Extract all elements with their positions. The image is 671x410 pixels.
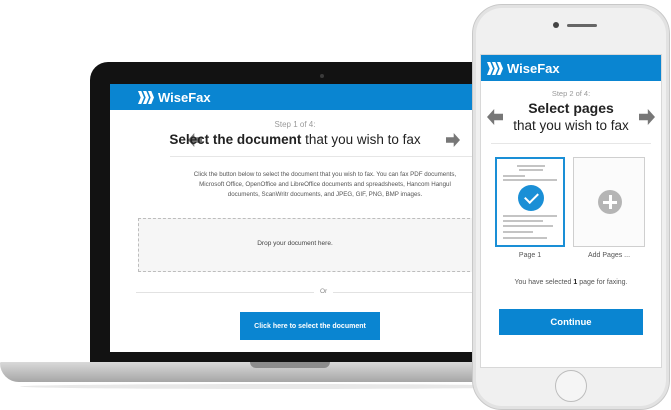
page-caption: Page 1 xyxy=(518,252,542,259)
status-prefix: You have selected xyxy=(514,279,574,286)
page-title: Select the document that you wish to fax xyxy=(110,132,480,147)
document-preview-line xyxy=(503,215,557,217)
drop-zone-label: Drop your document here. xyxy=(257,240,333,247)
step-indicator: Step 2 of 4: xyxy=(551,89,591,98)
page-title-rest: that you wish to fax xyxy=(301,132,421,147)
select-document-button[interactable]: Click here to select the document xyxy=(240,312,380,340)
page-thumbnail-selected[interactable] xyxy=(495,157,565,247)
phone-speaker xyxy=(567,24,597,27)
wisefax-logo-icon xyxy=(487,62,503,75)
document-preview-line xyxy=(503,220,543,222)
phone-app-header: WiseFax xyxy=(481,55,661,81)
laptop-camera xyxy=(320,74,324,78)
instructions-line: Microsoft Office, OpenOffice and LibreOf… xyxy=(199,181,451,188)
instructions-line: Click the button below to select the doc… xyxy=(193,171,457,178)
phone-home-button[interactable] xyxy=(555,370,587,402)
instructions-line: documents, ScanWritr documents, and JPEG… xyxy=(227,191,423,198)
laptop-notch xyxy=(250,362,330,368)
instructions-text: Click the button below to select the doc… xyxy=(170,170,480,200)
page-title-line2: that you wish to fax xyxy=(513,118,629,133)
laptop-logo[interactable]: WiseFax xyxy=(138,90,211,105)
phone-camera xyxy=(553,22,559,28)
document-preview-line xyxy=(503,231,533,233)
laptop-shadow xyxy=(20,384,540,389)
laptop-screen: WiseFax Step 1 of 4: Select the document… xyxy=(110,84,480,352)
document-preview-line xyxy=(503,225,553,227)
brand-name: WiseFax xyxy=(507,61,560,76)
or-divider xyxy=(136,292,480,293)
step-indicator: Step 1 of 4: xyxy=(274,120,316,129)
status-suffix: page for faxing. xyxy=(577,279,628,286)
or-label: Or xyxy=(314,288,334,295)
phone-screen: WiseFax Step 2 of 4: Select pages that y… xyxy=(480,54,662,368)
divider xyxy=(491,143,651,144)
laptop-app-header: WiseFax xyxy=(110,84,480,110)
add-pages-caption[interactable]: Add Pages ... xyxy=(573,252,645,259)
brand-name: WiseFax xyxy=(158,90,211,105)
page-title-line1: Select pages xyxy=(528,100,614,116)
document-preview-line xyxy=(519,169,543,171)
selection-status: You have selected 1 page for faxing. xyxy=(481,279,661,286)
wisefax-logo-icon xyxy=(138,91,154,104)
document-preview-line xyxy=(503,237,547,239)
document-preview-line xyxy=(517,165,545,167)
page-title-bold: Select the document xyxy=(169,132,302,147)
checkmark-icon xyxy=(518,185,544,211)
phone-logo[interactable]: WiseFax xyxy=(487,61,560,76)
plus-icon xyxy=(598,190,622,214)
document-preview-line xyxy=(503,175,525,177)
document-preview-line xyxy=(503,179,557,181)
divider xyxy=(170,156,480,157)
continue-button[interactable]: Continue xyxy=(499,309,643,335)
add-pages-tile[interactable] xyxy=(573,157,645,247)
